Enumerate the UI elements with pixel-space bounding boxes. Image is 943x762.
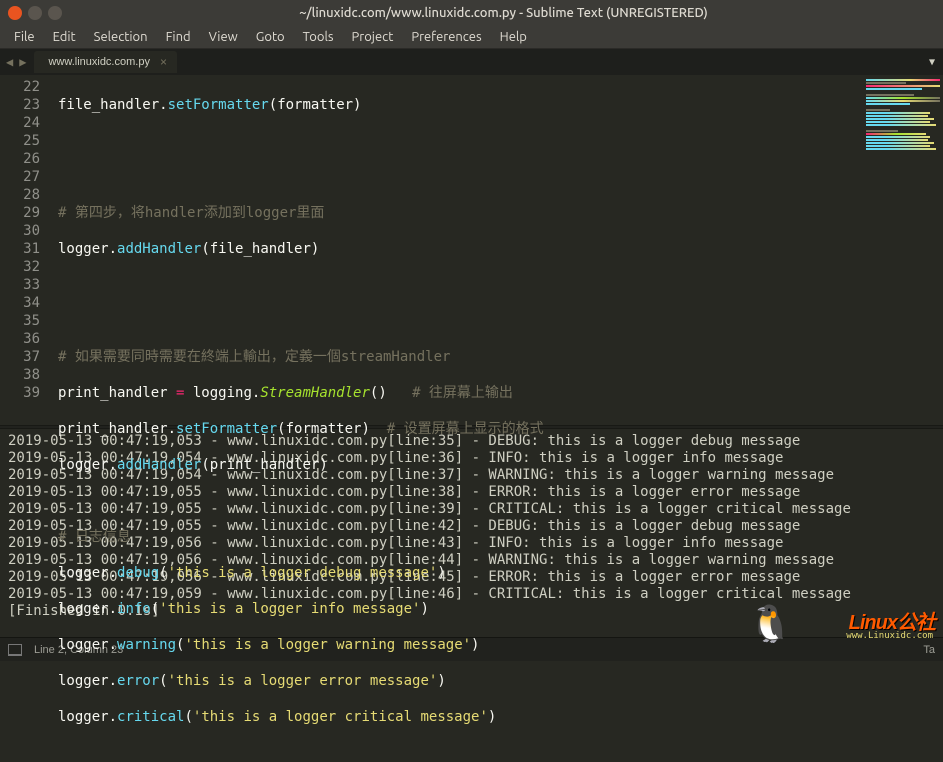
line-number: 28 xyxy=(0,186,40,204)
code-line: print_handler.setFormatter(formatter) # … xyxy=(58,420,863,438)
nav-back-icon[interactable]: ◀ xyxy=(4,55,15,69)
code-line: print_handler = logging.StreamHandler() … xyxy=(58,384,863,402)
code-line xyxy=(58,276,863,294)
minimize-window-button[interactable] xyxy=(28,6,42,20)
code-line: logger.critical('this is a logger critic… xyxy=(58,708,863,726)
code-line: # 日志信息 xyxy=(58,528,863,546)
menu-view[interactable]: View xyxy=(201,28,246,46)
line-number: 32 xyxy=(0,258,40,276)
line-number: 26 xyxy=(0,150,40,168)
tabbar: ◀ ▶ www.linuxidc.com.py × ▼ xyxy=(0,49,943,75)
menu-find[interactable]: Find xyxy=(158,28,199,46)
watermark-url: www.Linuxidc.com xyxy=(846,631,933,641)
editor[interactable]: 22 23 24 25 26 27 28 29 30 31 32 33 34 3… xyxy=(0,75,943,425)
line-number: 29 xyxy=(0,204,40,222)
close-window-button[interactable] xyxy=(8,6,22,20)
menu-goto[interactable]: Goto xyxy=(248,28,293,46)
menu-selection[interactable]: Selection xyxy=(86,28,156,46)
menu-preferences[interactable]: Preferences xyxy=(403,28,489,46)
code-line: # 第四步，将handler添加到logger里面 xyxy=(58,204,863,222)
tab-close-icon[interactable]: × xyxy=(160,55,167,69)
code-line: logger.warning('this is a logger warning… xyxy=(58,636,863,654)
code-line: # 如果需要同時需要在終端上輸出，定義一個streamHandler xyxy=(58,348,863,366)
status-right[interactable]: Ta xyxy=(923,644,935,656)
tux-mascot-icon: 🐧 xyxy=(748,603,793,645)
nav-forward-icon[interactable]: ▶ xyxy=(17,55,28,69)
menu-help[interactable]: Help xyxy=(492,28,535,46)
file-tab[interactable]: www.linuxidc.com.py × xyxy=(34,51,177,73)
line-number: 31 xyxy=(0,240,40,258)
maximize-window-button[interactable] xyxy=(48,6,62,20)
nav-arrows: ◀ ▶ xyxy=(4,55,28,69)
menu-edit[interactable]: Edit xyxy=(45,28,84,46)
code-line: file_handler.setFormatter(formatter) xyxy=(58,96,863,114)
line-number: 33 xyxy=(0,276,40,294)
line-number: 23 xyxy=(0,96,40,114)
menu-tools[interactable]: Tools xyxy=(295,28,342,46)
code-line xyxy=(58,132,863,150)
gutter: 22 23 24 25 26 27 28 29 30 31 32 33 34 3… xyxy=(0,75,48,425)
menu-project[interactable]: Project xyxy=(344,28,402,46)
tab-label: www.linuxidc.com.py xyxy=(48,56,149,68)
line-number: 38 xyxy=(0,366,40,384)
line-number: 30 xyxy=(0,222,40,240)
code-line: logger.addHandler(file_handler) xyxy=(58,240,863,258)
tab-dropdown-icon[interactable]: ▼ xyxy=(929,57,935,68)
line-number: 22 xyxy=(0,78,40,96)
code-line xyxy=(58,168,863,186)
menubar: File Edit Selection Find View Goto Tools… xyxy=(0,25,943,49)
window-title: ~/linuxidc.com/www.linuxidc.com.py - Sub… xyxy=(72,6,935,20)
line-number: 37 xyxy=(0,348,40,366)
line-number: 24 xyxy=(0,114,40,132)
line-number: 27 xyxy=(0,168,40,186)
minimap[interactable] xyxy=(863,75,943,425)
code-line: logger.debug('this is a logger debug mes… xyxy=(58,564,863,582)
code-line xyxy=(58,312,863,330)
code-area[interactable]: file_handler.setFormatter(formatter) # 第… xyxy=(48,75,863,425)
code-line: logger.error('this is a logger error mes… xyxy=(58,672,863,690)
panel-switcher-icon[interactable] xyxy=(8,644,22,656)
code-line: logger.info('this is a logger info messa… xyxy=(58,600,863,618)
menu-file[interactable]: File xyxy=(6,28,43,46)
code-line xyxy=(58,492,863,510)
line-number: 36 xyxy=(0,330,40,348)
line-number: 25 xyxy=(0,132,40,150)
line-number: 35 xyxy=(0,312,40,330)
window-controls xyxy=(8,6,62,20)
line-number: 34 xyxy=(0,294,40,312)
titlebar: ~/linuxidc.com/www.linuxidc.com.py - Sub… xyxy=(0,0,943,25)
code-line: logger.addHandler(print_handler) xyxy=(58,456,863,474)
line-number: 39 xyxy=(0,384,40,402)
